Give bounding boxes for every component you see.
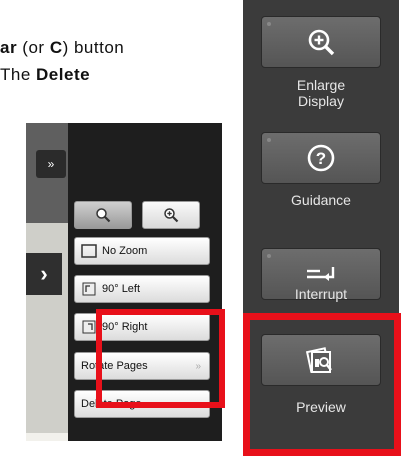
guidance-button[interactable]: ? xyxy=(261,132,381,184)
rotate-left-icon xyxy=(82,282,96,296)
doc-bold-fragment: ar xyxy=(0,38,18,57)
indicator-dot xyxy=(267,138,271,142)
doc-key-label: C xyxy=(49,38,63,57)
next-page-button[interactable]: › xyxy=(26,253,62,295)
magnify-plus-icon xyxy=(308,29,335,56)
doc-line-2: The Delete xyxy=(0,61,90,88)
double-chevron-icon: » xyxy=(47,157,55,171)
rotate-left-label: 90° Left xyxy=(102,283,141,295)
collapse-menu-button[interactable]: » xyxy=(36,150,66,178)
enlarge-display-label: Enlarge Display xyxy=(296,77,346,109)
indicator-dot xyxy=(267,22,271,26)
enlarge-display-button[interactable] xyxy=(261,16,381,68)
doc-line-1: ar (or C) button xyxy=(0,34,124,61)
doc-text-fragment: ) button xyxy=(62,38,125,57)
highlight-box-preview xyxy=(243,313,401,456)
doc-text-fragment: The xyxy=(0,65,37,84)
guidance-label: Guidance xyxy=(291,192,351,208)
no-zoom-button[interactable]: No Zoom xyxy=(74,237,210,265)
highlight-box-menu xyxy=(96,309,225,408)
doc-bold-term: Delete xyxy=(36,65,91,84)
zoom-out-button[interactable] xyxy=(74,201,132,229)
zoom-out-icon xyxy=(96,208,111,223)
interrupt-label: Interrupt xyxy=(294,286,348,302)
rotate-left-button[interactable]: 90° Left xyxy=(74,275,210,303)
zoom-controls xyxy=(74,201,200,229)
no-zoom-icon xyxy=(81,244,97,258)
zoom-in-button[interactable] xyxy=(142,201,200,229)
interrupt-icon xyxy=(307,267,335,281)
no-zoom-label: No Zoom xyxy=(102,245,148,257)
zoom-in-icon xyxy=(164,208,179,223)
doc-text-fragment: (or xyxy=(17,38,50,57)
question-icon: ? xyxy=(307,144,335,172)
chevron-right-icon: › xyxy=(40,261,48,286)
indicator-dot xyxy=(267,254,271,258)
svg-text:?: ? xyxy=(316,149,326,168)
